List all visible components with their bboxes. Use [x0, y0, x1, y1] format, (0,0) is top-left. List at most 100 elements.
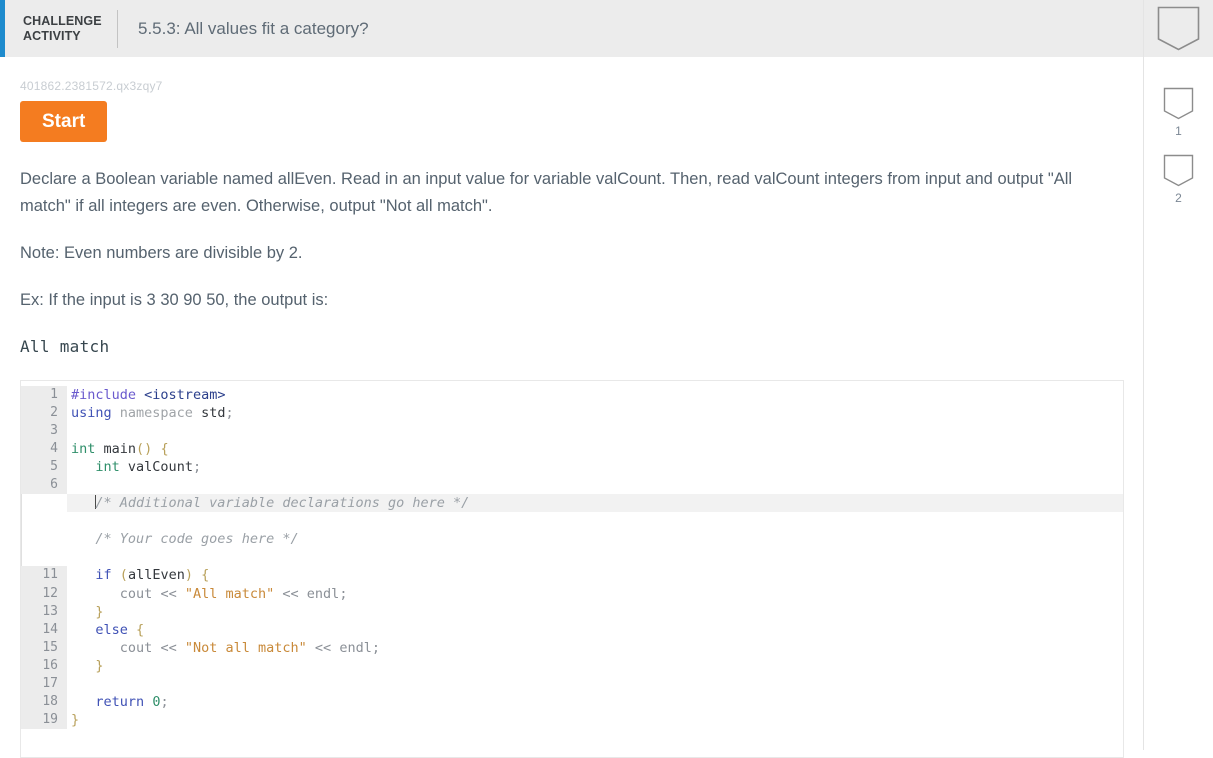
code-line-source[interactable]: cout << "Not all match" << endl;	[67, 639, 1123, 657]
header-kicker: CHALLENGE ACTIVITY	[5, 14, 109, 44]
line-number: 16	[21, 656, 67, 675]
code-token: <<	[160, 639, 177, 656]
code-line-list[interactable]: 1 #include <iostream> 2 using namespace std…	[21, 381, 1123, 757]
code-token: std	[201, 405, 226, 422]
code-token: return	[95, 693, 145, 710]
sidebar-item-1[interactable]: 1	[1163, 87, 1194, 137]
challenge-activity-header: CHALLENGE ACTIVITY 5.5.3: All values fit…	[0, 0, 1143, 57]
code-line-source[interactable]: return 0;	[67, 693, 1123, 711]
code-line[interactable]: 2 using namespace std;	[21, 404, 1123, 423]
code-token: allEven	[127, 567, 185, 584]
code-line[interactable]: 16 }	[21, 656, 1123, 675]
code-line-source[interactable]	[67, 675, 1123, 693]
code-line[interactable]: 7 /* Additional variable declarations go…	[21, 494, 1123, 513]
code-line[interactable]: 18 return 0;	[21, 692, 1123, 711]
code-line-source[interactable]: int valCount;	[67, 458, 1123, 476]
code-line-source[interactable]: /* Additional variable declarations go h…	[67, 494, 1123, 513]
code-token: valCount	[127, 459, 193, 476]
code-line[interactable]: 6	[21, 476, 1123, 495]
code-editor[interactable]: 1 #include <iostream> 2 using namespace std…	[20, 380, 1124, 758]
code-token: "All match"	[184, 585, 275, 602]
code-line[interactable]: 11 if (allEven) {	[21, 566, 1123, 585]
code-token: <iostream>	[144, 387, 226, 403]
code-line-source[interactable]: #include <iostream>	[67, 386, 1123, 404]
code-line[interactable]: 3	[21, 422, 1123, 441]
right-sidebar: 1 2	[1143, 0, 1213, 750]
sample-output: All match	[20, 337, 110, 356]
line-number: 15	[21, 638, 67, 657]
code-token: )	[184, 567, 193, 584]
header-kicker-line2: ACTIVITY	[23, 28, 81, 43]
code-token: (	[119, 567, 128, 584]
code-token: }	[95, 603, 104, 620]
line-number: 17	[21, 674, 67, 693]
code-line-source[interactable]	[67, 422, 1123, 440]
code-line[interactable]: 4 int main() {	[21, 440, 1123, 459]
code-token: cout	[119, 639, 153, 656]
code-line[interactable]: 1 #include <iostream>	[21, 386, 1123, 405]
code-line-source[interactable]: if (allEven) {	[67, 566, 1123, 584]
sidebar-header	[1144, 0, 1213, 57]
activity-main: 401862.2381572.qx3zqy7 Start Declare a B…	[0, 57, 1143, 758]
bookmark-icon[interactable]	[1163, 154, 1194, 187]
code-token: {	[136, 621, 145, 638]
code-line-source[interactable]: }	[67, 711, 1123, 729]
code-token: using	[71, 405, 112, 422]
code-token: ;	[371, 639, 380, 656]
code-line[interactable]: 12 cout << "All match" << endl;	[21, 584, 1123, 603]
code-line[interactable]: 10	[21, 548, 1123, 567]
sidebar-item-label: 1	[1175, 124, 1182, 138]
bookmark-icon[interactable]	[1163, 87, 1194, 120]
code-line-source[interactable]: }	[67, 603, 1123, 621]
line-number: 1	[21, 386, 67, 405]
bookmark-icon[interactable]	[1157, 6, 1200, 51]
code-line-source[interactable]	[67, 548, 1123, 566]
code-line[interactable]: 19}	[21, 710, 1123, 729]
code-line-source[interactable]: /* Your code goes here */	[67, 530, 1123, 548]
start-button[interactable]: Start	[20, 101, 108, 142]
code-token: }	[95, 657, 104, 674]
code-token: {	[201, 567, 210, 584]
code-token: cout	[119, 585, 153, 602]
code-line-source[interactable]	[67, 512, 1123, 530]
code-line[interactable]: 14 else {	[21, 620, 1123, 639]
code-line-source[interactable]	[67, 476, 1123, 494]
header-kicker-line1: CHALLENGE	[23, 13, 102, 28]
code-line[interactable]: 13 }	[21, 602, 1123, 621]
code-line-source[interactable]: }	[67, 657, 1123, 675]
code-line[interactable]: 9 /* Your code goes here */	[21, 530, 1123, 549]
line-number: 11	[21, 566, 67, 585]
line-number: 13	[21, 602, 67, 621]
editable-region-indicator	[21, 494, 67, 566]
code-token: }	[71, 711, 80, 728]
code-line[interactable]: 5 int valCount;	[21, 458, 1123, 477]
code-token: ;	[339, 585, 348, 602]
code-token: ;	[225, 405, 234, 422]
header-divider	[117, 9, 118, 48]
code-token: <<	[160, 585, 177, 602]
code-line[interactable]: 15 cout << "Not all match" << endl;	[21, 638, 1123, 657]
line-number: 5	[21, 458, 67, 477]
code-line-source[interactable]: cout << "All match" << endl;	[67, 585, 1123, 603]
code-line-source[interactable]: else {	[67, 621, 1123, 639]
code-line[interactable]: 17	[21, 674, 1123, 693]
code-line[interactable]: 8	[21, 512, 1123, 531]
sidebar-item-2[interactable]: 2	[1163, 154, 1194, 204]
code-line-source[interactable]: int main() {	[67, 440, 1123, 458]
code-token: "Not all match"	[184, 639, 307, 656]
code-line-source[interactable]: using namespace std;	[67, 404, 1123, 422]
line-number: 6	[21, 476, 67, 495]
